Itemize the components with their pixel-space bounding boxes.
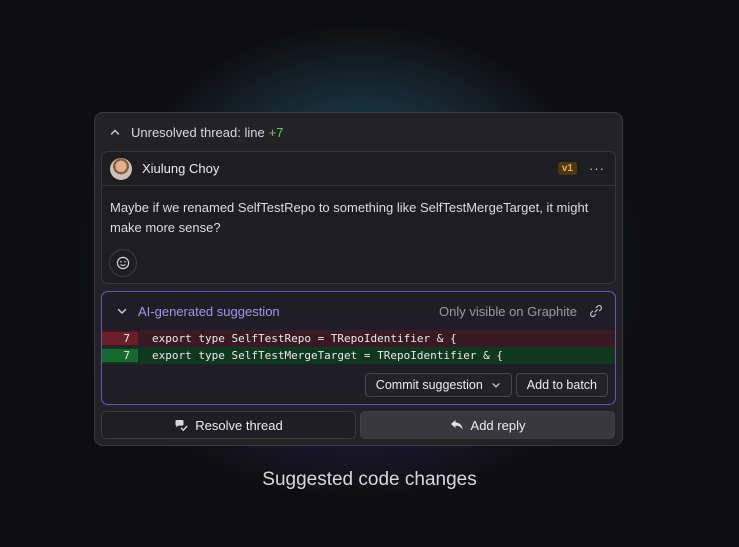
- diff-line-removed: 7 export type SelfTestRepo = TRepoIdenti…: [102, 330, 615, 347]
- comment-author[interactable]: Xiulung Choy: [142, 161, 219, 176]
- comment-card: Xiulung Choy v1 ··· Maybe if we renamed …: [101, 151, 616, 284]
- link-icon[interactable]: [589, 304, 603, 318]
- add-reply-label: Add reply: [470, 417, 526, 433]
- chevron-up-icon[interactable]: [109, 126, 121, 138]
- add-reply-button[interactable]: Add reply: [360, 411, 615, 439]
- diff-line-added: 7 export type SelfTestMergeTarget = TRep…: [102, 347, 615, 364]
- thread-header-label: Unresolved thread: line: [131, 124, 265, 140]
- commit-suggestion-label: Commit suggestion: [375, 378, 483, 392]
- resolve-thread-label: Resolve thread: [195, 417, 283, 433]
- avatar[interactable]: [110, 157, 132, 180]
- chevron-down-icon[interactable]: [116, 305, 128, 317]
- diff-line-number: 7: [102, 349, 138, 362]
- line-delta: +7: [268, 124, 284, 140]
- chevron-down-icon: [492, 383, 500, 388]
- comment-body: Maybe if we renamed SelfTestRepo to some…: [110, 200, 589, 235]
- smiley-icon: [116, 256, 130, 270]
- diff-code: export type SelfTestRepo = TRepoIdentifi…: [152, 332, 457, 345]
- suggestion-header[interactable]: AI-generated suggestion Only visible on …: [102, 292, 615, 330]
- suggestion-actions: Commit suggestion Add to batch: [364, 373, 608, 397]
- comment-header: Xiulung Choy v1 ···: [102, 152, 615, 186]
- add-reaction-button[interactable]: [109, 249, 137, 277]
- thread-header[interactable]: Unresolved thread: line +7: [95, 113, 622, 151]
- ai-suggestion-card: AI-generated suggestion Only visible on …: [101, 291, 616, 405]
- chat-check-icon: [175, 419, 188, 431]
- diff-line-number: 7: [102, 332, 138, 345]
- visibility-note: Only visible on Graphite: [438, 303, 577, 319]
- add-to-batch-button[interactable]: Add to batch: [515, 373, 608, 397]
- resolve-thread-button[interactable]: Resolve thread: [101, 411, 356, 439]
- reply-icon: [450, 420, 463, 430]
- commit-suggestion-button[interactable]: Commit suggestion: [364, 373, 512, 397]
- diff-code: export type SelfTestMergeTarget = TRepoI…: [152, 349, 503, 362]
- review-thread-panel: Unresolved thread: line +7 Xiulung Choy …: [94, 112, 623, 446]
- suggestion-title: AI-generated suggestion: [138, 303, 280, 319]
- more-options-icon[interactable]: ···: [589, 161, 605, 176]
- caption: Suggested code changes: [262, 469, 477, 490]
- version-badge: v1: [557, 162, 577, 175]
